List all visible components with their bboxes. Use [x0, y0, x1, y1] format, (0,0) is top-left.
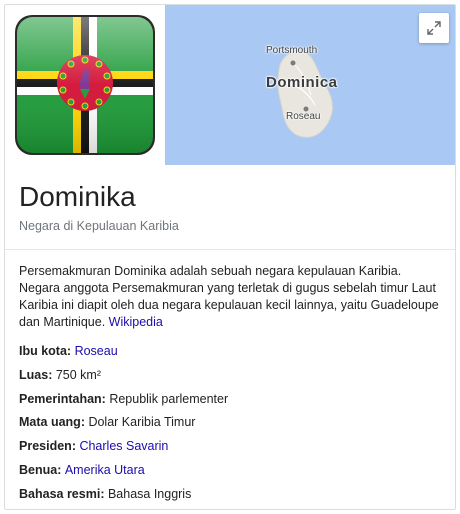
fact-value-link[interactable]: Amerika Utara — [65, 463, 145, 477]
knowledge-panel: Portsmouth Dominica Roseau Dominika Nega… — [4, 4, 456, 510]
fact-continent: Benua: Amerika Utara — [19, 462, 443, 486]
fact-value: Bahasa Inggris — [107, 486, 192, 501]
fact-capital: Ibu kota: Roseau — [19, 343, 443, 367]
fact-key: Luas — [19, 367, 49, 382]
fact-key: Ibu kota — [19, 344, 67, 358]
flag-image[interactable] — [5, 5, 165, 165]
fact-value-link[interactable]: Roseau — [75, 344, 118, 358]
fact-separator: : — [57, 462, 65, 477]
fact-language: Bahasa resmi: Bahasa Inggris — [19, 486, 443, 509]
wikipedia-link[interactable]: Wikipedia — [109, 315, 163, 329]
expand-icon — [427, 21, 441, 35]
fact-area: Luas: 750 km² — [19, 367, 443, 391]
fact-value: 750 km² — [55, 367, 101, 382]
page-title: Dominika — [19, 181, 136, 212]
map-label-roseau: Roseau — [286, 111, 321, 122]
media-row: Portsmouth Dominica Roseau — [5, 5, 455, 165]
title-block: Dominika Negara di Kepulauan Karibia — [5, 165, 455, 250]
page-subtitle: Negara di Kepulauan Karibia — [19, 219, 179, 233]
fact-key: Bahasa resmi — [19, 486, 101, 501]
fact-value: Dolar Karibia Timur — [88, 415, 196, 430]
dominica-flag-icon — [15, 15, 155, 155]
description-text: Persemakmuran Dominika adalah sebuah neg… — [19, 264, 439, 329]
fact-key: Mata uang — [19, 415, 81, 430]
map-label-country: Dominica — [266, 74, 338, 91]
fact-key: Benua — [19, 462, 58, 477]
fact-separator: : — [48, 367, 56, 382]
fact-value: Republik parlementer — [109, 391, 229, 406]
fact-separator: : — [66, 344, 75, 358]
fact-currency: Mata uang: Dolar Karibia Timur — [19, 414, 443, 438]
description: Persemakmuran Dominika adalah sebuah neg… — [19, 263, 443, 331]
map-label-portsmouth: Portsmouth — [266, 45, 318, 56]
fact-key: Pemerintahan — [19, 391, 102, 406]
fact-separator: : — [100, 486, 108, 501]
fact-value-link[interactable]: Charles Savarin — [79, 439, 168, 453]
map-thumbnail[interactable]: Portsmouth Dominica Roseau — [165, 5, 455, 165]
facts-list: Ibu kota: Roseau Luas: 750 km² Pemerinta… — [19, 343, 443, 509]
fact-president: Presiden: Charles Savarin — [19, 438, 443, 462]
expand-map-button[interactable] — [419, 13, 449, 43]
fact-key: Presiden — [19, 439, 72, 454]
fact-government: Pemerintahan: Republik parlementer — [19, 391, 443, 415]
